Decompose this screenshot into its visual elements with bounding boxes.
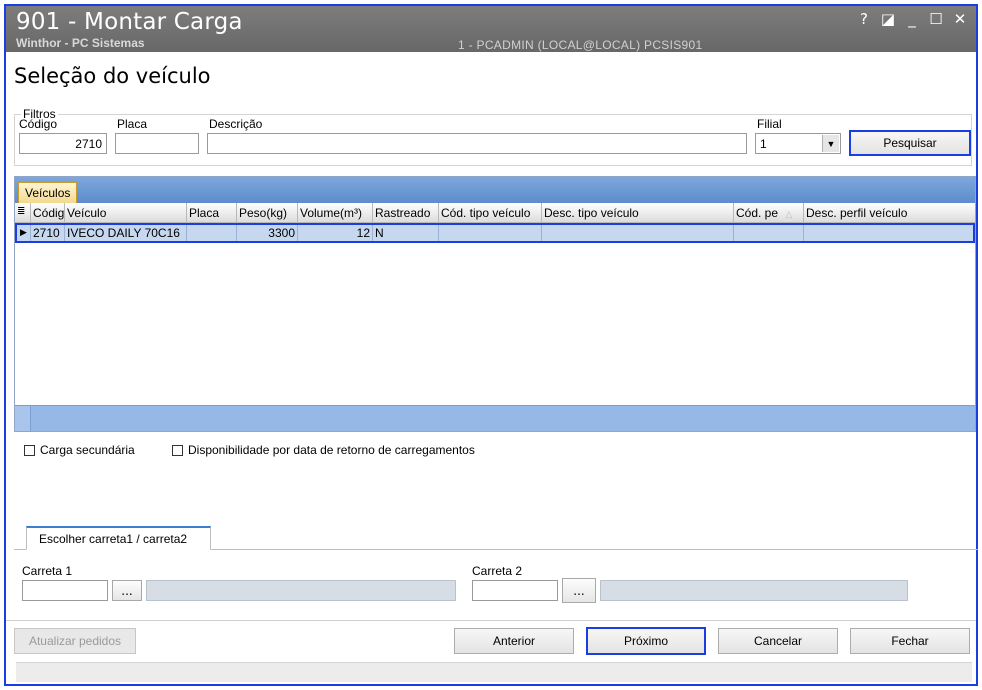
restore-panel-icon[interactable]: ◪ [878, 9, 898, 29]
placa-input[interactable] [115, 133, 199, 154]
pesquisar-button[interactable]: Pesquisar [849, 130, 971, 156]
column-header[interactable]: Peso(kg) [237, 203, 298, 223]
maximize-icon[interactable]: ☐ [926, 9, 946, 29]
filial-label: Filial [757, 117, 782, 131]
carga-secundaria-label: Carga secundária [40, 443, 135, 457]
carreta1-browse-button[interactable]: ... [112, 580, 142, 601]
anterior-button[interactable]: Anterior [454, 628, 574, 654]
table-cell[interactable] [542, 225, 734, 241]
sort-ascending-icon: △ [785, 209, 793, 219]
descricao-input[interactable] [207, 133, 747, 154]
grid-header: ≣ Códig Veículo Placa Peso(kg) Volume(m³… [15, 203, 975, 223]
carreta1-label: Carreta 1 [22, 564, 73, 578]
filial-select[interactable]: 1 ▼ [755, 133, 841, 154]
checkbox-box[interactable] [172, 444, 183, 456]
carreta2-input[interactable] [472, 580, 558, 601]
main-window: 901 - Montar Carga Winthor - PC Sistemas… [4, 4, 978, 686]
page-title: Seleção do veículo [14, 64, 211, 88]
column-header[interactable]: Rastreado [373, 203, 439, 223]
title-bar: 901 - Montar Carga Winthor - PC Sistemas… [6, 6, 976, 52]
minimize-icon[interactable]: _ [902, 9, 922, 29]
table-row[interactable]: ▶ 2710 IVECO DAILY 70C16 3300 12 N [15, 223, 975, 243]
placa-label: Placa [117, 117, 148, 131]
carreta2-label: Carreta 2 [472, 564, 523, 578]
column-chooser-icon[interactable]: ≣ [15, 203, 31, 223]
grid-footer [15, 405, 975, 431]
tab-veiculos[interactable]: Veículos [18, 182, 78, 203]
carreta1-description [146, 580, 456, 601]
cancelar-button[interactable]: Cancelar [718, 628, 838, 654]
proximo-button[interactable]: Próximo [586, 627, 706, 655]
carreta2-browse-button[interactable]: ... [562, 578, 596, 603]
app-title: 901 - Montar Carga [16, 9, 243, 35]
filters-group: Filtros Código 2710 Placa Descrição Fili… [14, 107, 972, 166]
close-icon[interactable]: ✕ [950, 9, 970, 29]
carga-secundaria-checkbox[interactable]: Carga secundária [24, 443, 135, 457]
filial-value: 1 [760, 137, 767, 151]
table-cell[interactable] [439, 225, 542, 241]
table-cell[interactable] [734, 225, 804, 241]
column-header[interactable]: Cód. tipo veículo [439, 203, 542, 223]
table-cell[interactable]: N [373, 225, 439, 241]
row-indicator-icon: ▶ [17, 225, 31, 241]
table-cell[interactable]: 2710 [31, 225, 65, 241]
column-header[interactable]: Volume(m³) [298, 203, 373, 223]
column-header[interactable]: Cód. pe △ [734, 203, 804, 223]
column-header[interactable]: Desc. tipo veículo [542, 203, 734, 223]
chevron-down-icon[interactable]: ▼ [822, 135, 839, 152]
carreta2-description [600, 580, 908, 601]
checkbox-box[interactable] [24, 444, 35, 456]
footer-separator [6, 620, 976, 621]
column-header[interactable]: Placa [187, 203, 237, 223]
vehicles-grid: Veículos ≣ Códig Veículo Placa Peso(kg) … [14, 176, 976, 432]
codigo-label: Código [19, 117, 58, 131]
disponibilidade-checkbox[interactable]: Disponibilidade por data de retorno de c… [172, 443, 475, 457]
atualizar-pedidos-button[interactable]: Atualizar pedidos [14, 628, 136, 654]
status-bar [16, 662, 972, 682]
grid-footer-indicator [15, 406, 31, 431]
codigo-input[interactable]: 2710 [19, 133, 107, 154]
carreta1-input[interactable] [22, 580, 108, 601]
table-cell[interactable] [187, 225, 237, 241]
descricao-label: Descrição [209, 117, 263, 131]
tab-escolher-carreta[interactable]: Escolher carreta1 / carreta2 [26, 526, 211, 550]
fechar-button[interactable]: Fechar [850, 628, 970, 654]
app-subtitle: Winthor - PC Sistemas [16, 36, 145, 50]
column-header[interactable]: Veículo [65, 203, 187, 223]
table-cell[interactable]: 3300 [237, 225, 298, 241]
column-header-label: Cód. pe [736, 206, 779, 220]
help-icon[interactable]: ? [854, 9, 874, 29]
table-cell[interactable]: 12 [298, 225, 373, 241]
grid-tab-bar: Veículos [15, 177, 975, 203]
column-header[interactable]: Códig [31, 203, 65, 223]
column-header[interactable]: Desc. perfil veículo [804, 203, 975, 223]
session-info: 1 - PCADMIN (LOCAL@LOCAL) PCSIS901 [458, 38, 703, 52]
window-controls: ? ◪ _ ☐ ✕ [854, 8, 970, 30]
table-cell[interactable] [804, 225, 973, 241]
disponibilidade-label: Disponibilidade por data de retorno de c… [188, 443, 475, 457]
table-cell[interactable]: IVECO DAILY 70C16 [65, 225, 187, 241]
